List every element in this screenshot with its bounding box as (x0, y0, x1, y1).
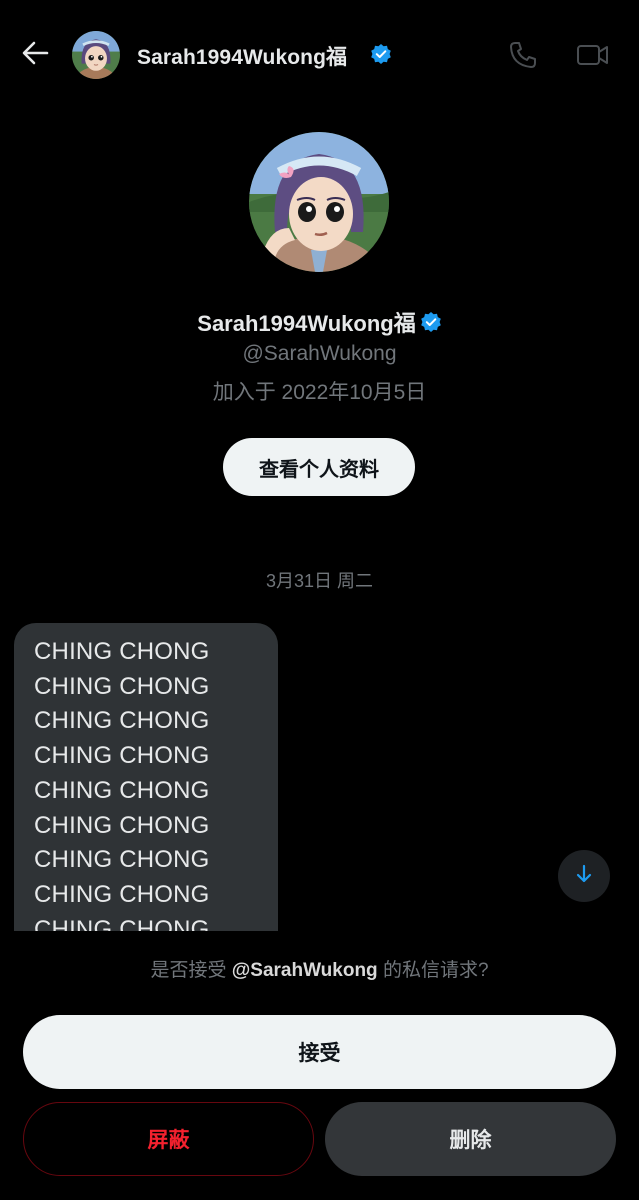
request-handle-link[interactable]: @SarahWukong (232, 960, 378, 981)
conversation-header: Sarah1994Wukong福 (0, 0, 639, 108)
profile-display-name: Sarah1994Wukong福 (197, 311, 416, 336)
back-arrow-icon[interactable] (20, 38, 50, 68)
header-avatar[interactable] (72, 31, 120, 79)
message-line: CHING CHONG (34, 742, 210, 770)
profile-handle: @SarahWukong (242, 342, 397, 365)
message-line: CHING CHONG (34, 846, 210, 874)
profile-joined-date: 加入于 2022年10月5日 (212, 381, 427, 404)
verified-badge-icon (370, 43, 392, 65)
dm-conversation-screen: Sarah1994Wukong福 Sarah1994Wukong福 @Sarah… (0, 0, 639, 1200)
delete-button[interactable]: 删除 (325, 1102, 616, 1176)
accept-button[interactable]: 接受 (23, 1015, 616, 1089)
request-prefix: 是否接受 (150, 960, 232, 981)
message-line: CHING CHONG (34, 776, 210, 804)
block-button[interactable]: 屏蔽 (23, 1102, 314, 1176)
request-suffix: 的私信请求? (377, 960, 489, 981)
arrow-down-icon (573, 863, 595, 890)
message-line: CHING CHONG (34, 707, 210, 735)
message-line: CHING CHONG (34, 672, 210, 700)
date-separator: 3月31日 周二 (265, 571, 374, 591)
phone-icon[interactable] (508, 40, 538, 70)
scroll-to-bottom-button[interactable] (558, 850, 610, 902)
header-display-name[interactable]: Sarah1994Wukong福 (137, 41, 347, 71)
message-line: CHING CHONG (34, 811, 210, 839)
view-profile-button[interactable]: 查看个人资料 (223, 438, 415, 496)
message-bubble-viewport: CHING CHONG CHING CHONG CHING CHONG CHIN… (14, 623, 278, 931)
message-bubble[interactable]: CHING CHONG CHING CHONG CHING CHONG CHIN… (14, 623, 278, 931)
message-line: CHING CHONG (34, 915, 210, 931)
profile-name-row: Sarah1994Wukong福 (0, 306, 639, 338)
message-request-prompt: 是否接受 @SarahWukong 的私信请求? (0, 955, 639, 982)
message-line: CHING CHONG (34, 880, 210, 908)
verified-badge-icon (420, 311, 442, 333)
message-line: CHING CHONG (34, 638, 210, 665)
profile-avatar[interactable] (249, 132, 389, 272)
video-camera-icon[interactable] (576, 40, 610, 70)
